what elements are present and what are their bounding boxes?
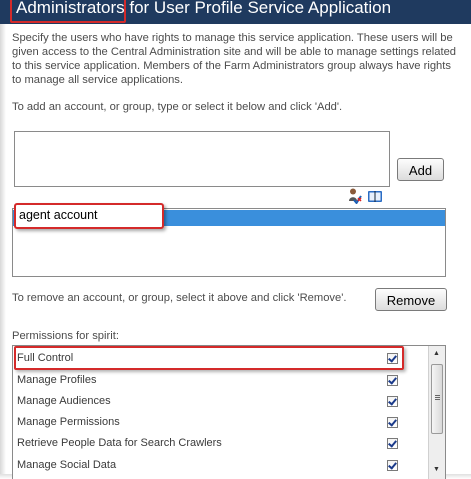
title-highlight-annotation [10,0,126,23]
account-highlight-annotation: agent account [14,203,164,229]
permission-label: Manage Audiences [17,395,111,407]
permission-checkbox[interactable] [387,417,398,428]
permission-label: Manage Profiles [17,374,97,386]
permission-row-retrieve-people-data[interactable]: Retrieve People Data for Search Crawlers [16,435,426,453]
account-name[interactable]: agent account [19,208,98,222]
remove-button[interactable]: Remove [375,288,447,311]
address-book-icon[interactable] [367,190,383,203]
permission-label: Manage Social Data [17,459,117,471]
scrollbar-thumb[interactable] [431,364,443,434]
permission-row-manage-permissions[interactable]: Manage Permissions [16,414,426,432]
permission-row-manage-social-data[interactable]: Manage Social Data [16,457,426,475]
permission-checkbox[interactable] [387,396,398,407]
scroll-down-arrow-icon[interactable]: ▼ [431,464,442,475]
add-instruction: To add an account, or group, type or sel… [12,101,343,113]
dialog-left-shadow [0,24,6,474]
permission-checkbox[interactable] [387,438,398,449]
scroll-up-arrow-icon[interactable]: ▲ [431,348,442,359]
people-picker-input[interactable] [14,131,390,187]
remove-instruction: To remove an account, or group, select i… [12,292,347,304]
full-control-highlight-annotation [14,346,404,370]
add-button[interactable]: Add [397,158,444,181]
permission-row-manage-profiles[interactable]: Manage Profiles [16,372,426,390]
permission-checkbox[interactable] [387,375,398,386]
dialog-description: Specify the users who have rights to man… [12,32,457,86]
permission-label: Retrieve People Data for Search Crawlers [17,437,222,449]
permission-label: Manage Permissions [17,416,120,428]
check-names-icon[interactable] [348,188,362,204]
permissions-scrollbar[interactable]: ▲ ▼ [428,346,445,479]
permission-row-manage-audiences[interactable]: Manage Audiences [16,393,426,411]
permissions-label: Permissions for spirit: [12,330,119,342]
permission-checkbox[interactable] [387,460,398,471]
dialog-title-bar: Administrators for User Profile Service … [0,0,471,24]
